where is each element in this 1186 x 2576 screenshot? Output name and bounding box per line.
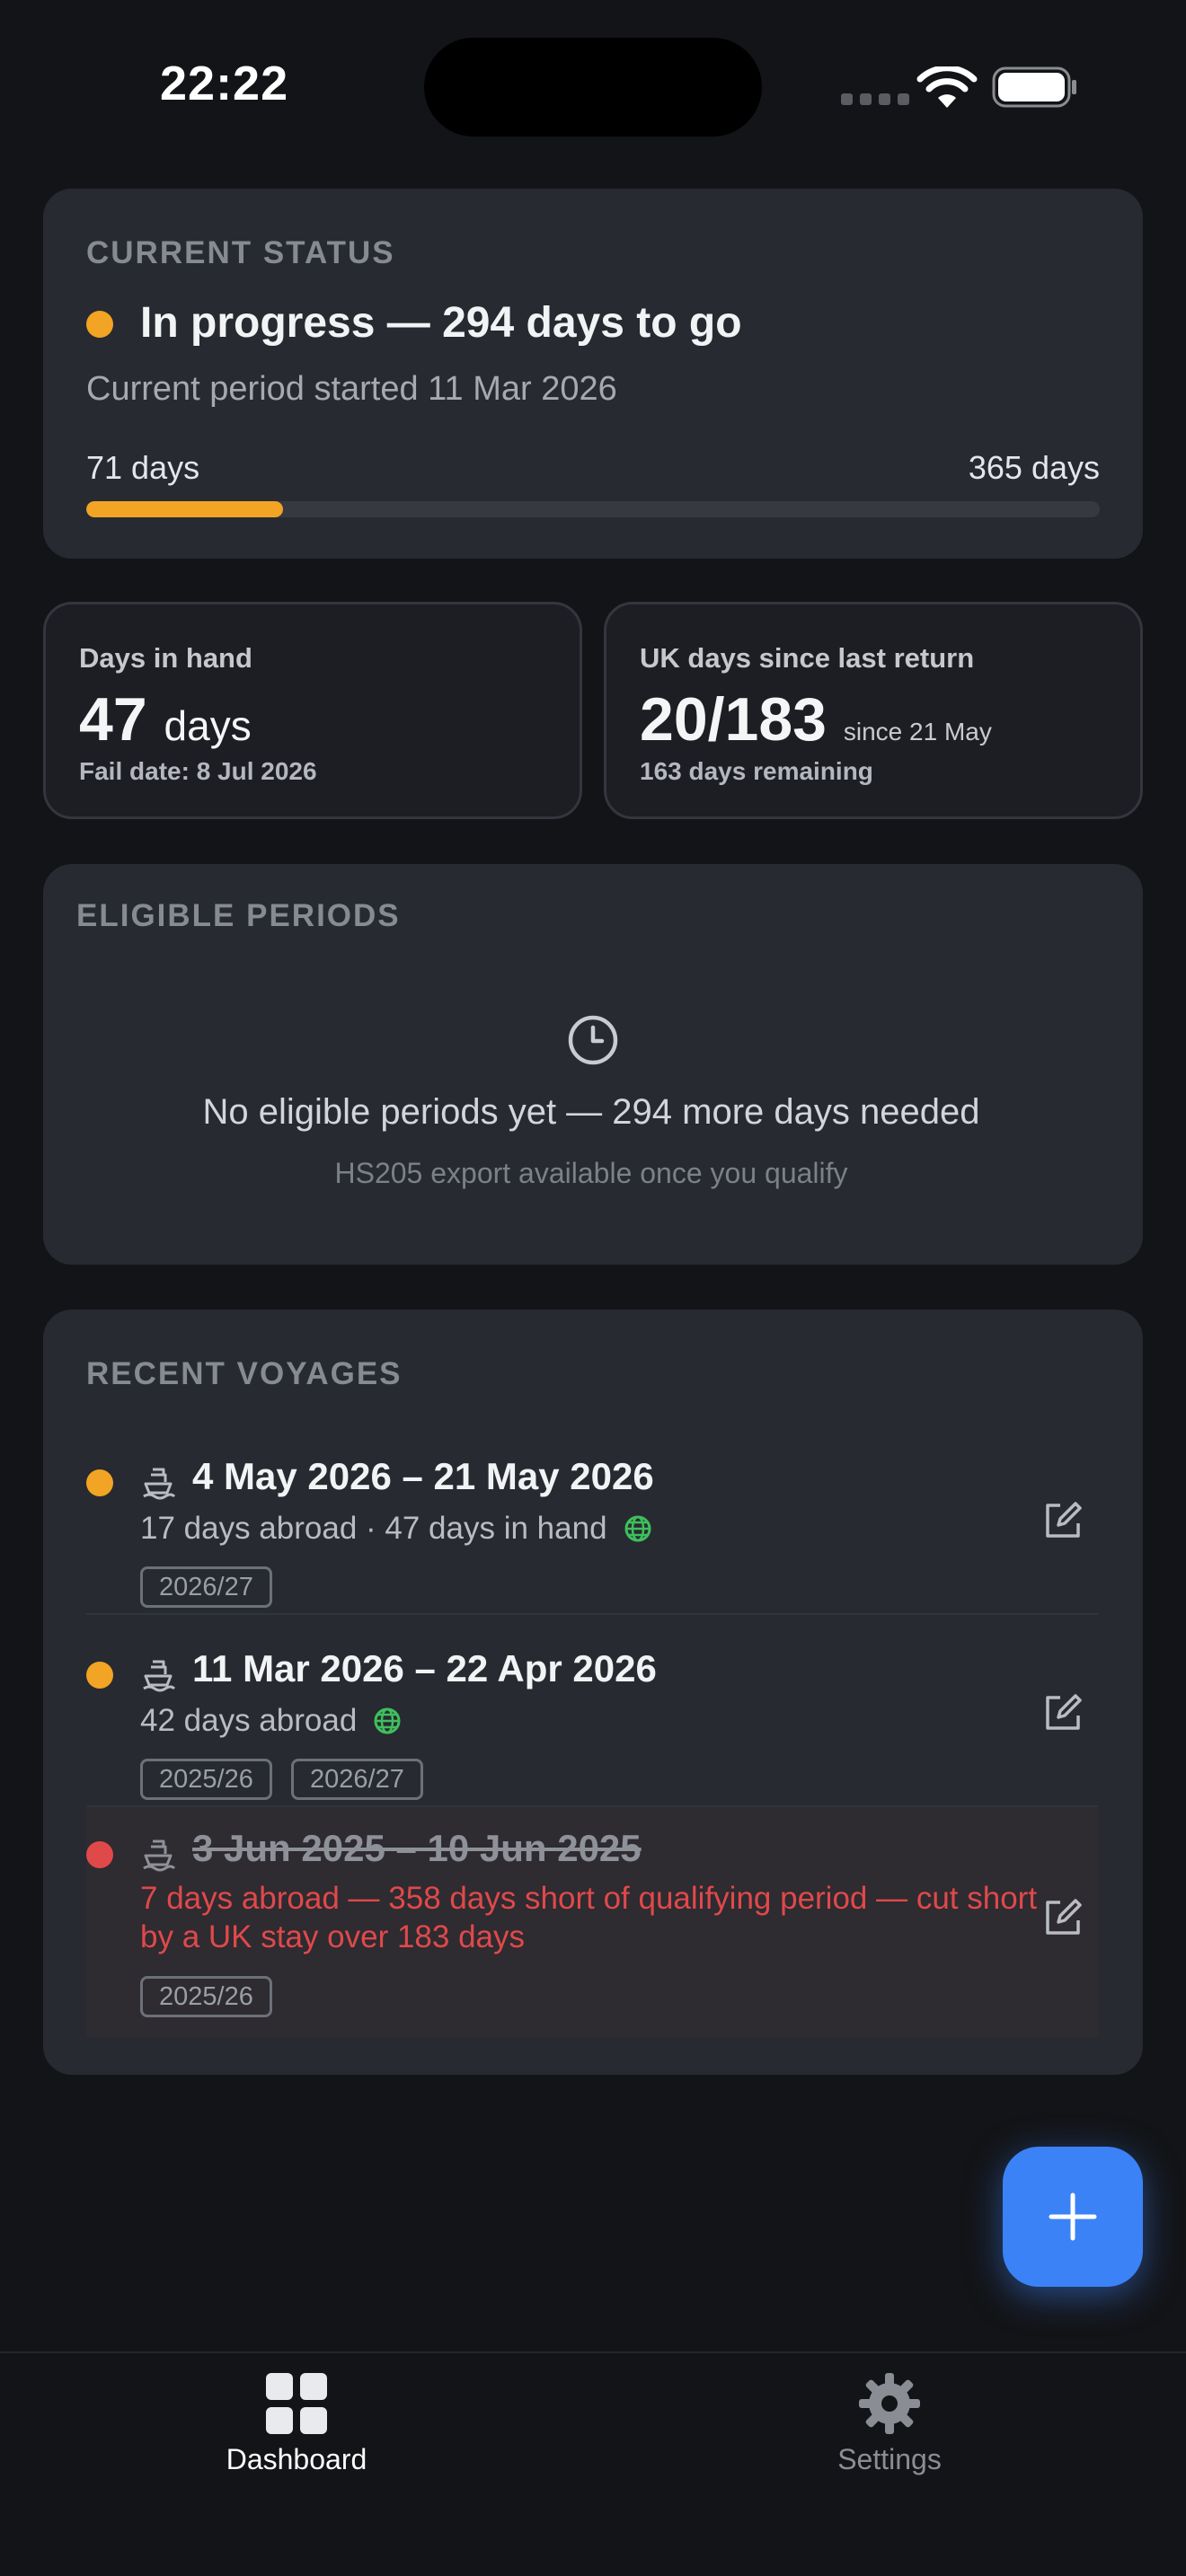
- cellular-signal-icon: [841, 93, 909, 105]
- voyage-detail: 42 days abroad: [140, 1703, 402, 1739]
- tax-year-tag: 2026/27: [291, 1759, 423, 1800]
- uk-days-card: UK days since last return 20/183 since 2…: [604, 602, 1143, 819]
- voyage-dates: 11 Mar 2026 – 22 Apr 2026: [192, 1647, 657, 1689]
- fail-date: Fail date: 8 Jul 2026: [79, 757, 317, 785]
- voyage-status-dot: [86, 1662, 113, 1689]
- status-title: In progress — 294 days to go: [140, 299, 742, 347]
- days-in-hand-card: Days in hand 47 days Fail date: 8 Jul 20…: [43, 602, 582, 819]
- uk-days-label: UK days since last return: [640, 642, 975, 674]
- edit-icon[interactable]: [1042, 1897, 1084, 1938]
- status-time: 22:22: [160, 57, 289, 110]
- dynamic-island: [424, 38, 762, 137]
- progress-start-label: 71 days: [86, 449, 200, 486]
- voyage-detail: 17 days abroad · 47 days in hand: [140, 1511, 652, 1547]
- voyage-detail-failed: 7 days abroad — 358 days short of qualif…: [140, 1881, 1038, 1954]
- uk-days-since: since 21 May: [843, 718, 992, 745]
- globe-icon: [374, 1707, 401, 1734]
- status-subtitle: Current period started 11 Mar 2026: [86, 370, 617, 408]
- current-status-card: CURRENT STATUS In progress — 294 days to…: [43, 189, 1143, 559]
- ship-icon: [143, 1839, 176, 1872]
- days-in-hand-unit: days: [164, 702, 252, 749]
- voyage-dates: 4 May 2026 – 21 May 2026: [192, 1455, 654, 1497]
- section-label-eligible-periods: ELIGIBLE PERIODS: [76, 898, 401, 933]
- eligible-empty-title: No eligible periods yet — 294 more days …: [202, 1092, 980, 1132]
- voyage-row[interactable]: 4 May 2026 – 21 May 2026 17 days abroad …: [86, 1444, 1098, 1631]
- ship-icon: [143, 1468, 176, 1500]
- wifi-icon: [916, 66, 978, 108]
- tab-settings[interactable]: Settings: [593, 2353, 1186, 2533]
- uk-days-value: 20/183 since 21 May: [640, 689, 992, 750]
- uk-days-number: 20/183: [640, 685, 827, 754]
- voyage-dates: 3 Jun 2025 – 10 Jun 2025: [192, 1827, 642, 1869]
- voyage-detail-text: 17 days abroad · 47 days in hand: [140, 1511, 607, 1546]
- status-indicator-dot: [86, 311, 113, 338]
- plus-icon: [1049, 2192, 1097, 2241]
- tab-bar: Dashboard Settings: [0, 2351, 1186, 2576]
- uk-days-remaining: 163 days remaining: [640, 757, 873, 785]
- clock-icon: [568, 1015, 618, 1065]
- grid-icon: [266, 2373, 327, 2434]
- days-in-hand-number: 47: [79, 685, 147, 754]
- voyage-row[interactable]: 11 Mar 2026 – 22 Apr 2026 42 days abroad…: [86, 1636, 1098, 1823]
- days-in-hand-value: 47 days: [79, 689, 252, 750]
- add-voyage-button[interactable]: [1003, 2147, 1143, 2287]
- recent-voyages-card: RECENT VOYAGES 4 May 2026 – 21 May 2026 …: [43, 1310, 1143, 2075]
- progress-bar-fill: [86, 501, 284, 517]
- status-bar: 22:22: [0, 0, 1186, 171]
- eligible-periods-card: ELIGIBLE PERIODS No eligible periods yet…: [43, 864, 1143, 1265]
- voyage-divider: [86, 1613, 1098, 1615]
- voyage-row-failed[interactable]: 3 Jun 2025 – 10 Jun 2025 7 days abroad —…: [86, 1807, 1098, 2037]
- eligible-empty-subtitle: HS205 export available once you qualify: [334, 1157, 848, 1189]
- progress-bar: [86, 501, 1100, 517]
- edit-icon[interactable]: [1042, 1692, 1084, 1734]
- tax-year-tag: 2025/26: [140, 1976, 272, 2017]
- voyage-status-dot: [86, 1841, 113, 1868]
- days-in-hand-label: Days in hand: [79, 642, 252, 674]
- tab-label-settings: Settings: [837, 2443, 942, 2475]
- tax-year-tag: 2025/26: [140, 1759, 272, 1800]
- section-label-current-status: CURRENT STATUS: [86, 235, 395, 270]
- edit-icon[interactable]: [1042, 1500, 1084, 1541]
- tax-year-tag: 2026/27: [140, 1566, 272, 1608]
- tab-dashboard[interactable]: Dashboard: [0, 2353, 593, 2533]
- battery-icon: [992, 66, 1076, 108]
- globe-icon: [624, 1515, 651, 1542]
- ship-icon: [143, 1660, 176, 1692]
- voyage-status-dot: [86, 1469, 113, 1496]
- gear-icon: [859, 2373, 920, 2434]
- voyage-detail-text: 42 days abroad: [140, 1703, 358, 1738]
- progress-end-label: 365 days: [968, 449, 1100, 486]
- tab-label-dashboard: Dashboard: [226, 2443, 367, 2475]
- section-label-recent-voyages: RECENT VOYAGES: [86, 1356, 403, 1391]
